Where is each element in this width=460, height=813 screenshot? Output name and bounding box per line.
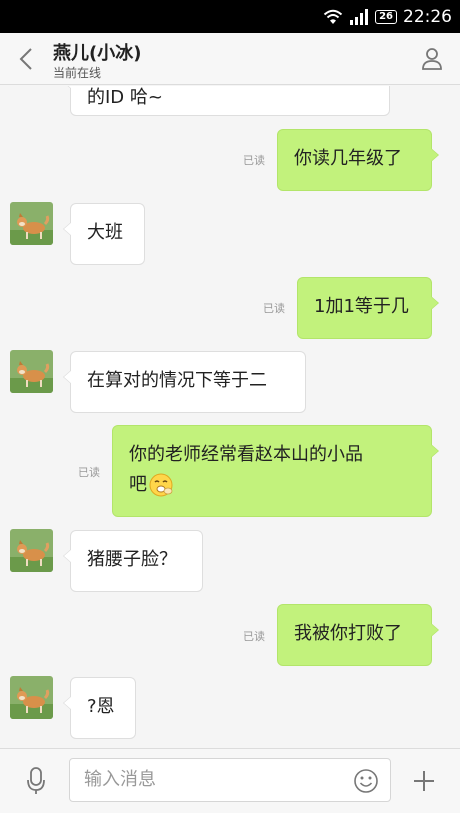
message-text: 你的老师经常看赵本山的小品 [129,444,363,465]
status-icons: 26 22:26 [323,0,452,33]
contact-avatar[interactable] [10,676,53,719]
more-button[interactable] [408,765,440,797]
contact-name: 燕儿(小冰) [53,43,142,64]
back-button[interactable] [10,43,42,75]
message-text: 1加1等于几 [314,296,409,317]
person-icon [422,48,442,70]
message-text: 我被你打败了 [294,623,402,644]
contact-avatar[interactable] [10,529,53,572]
message-text: 在算对的情况下等于二 [87,370,267,391]
plus-icon [414,771,434,791]
chevron-left-icon [19,48,32,70]
message-text: 猪腰子脸？ [87,549,177,570]
message-text-line2: 吧 [129,470,415,500]
message-text: 吧 [129,474,147,495]
message-sent[interactable]: 你的老师经常看赵本山的小品 吧 [112,425,439,517]
microphone-icon [27,767,45,794]
read-receipt: 已读 [78,466,100,479]
message-text: 大班 [87,222,123,243]
wifi-icon [323,9,343,24]
shiba-dog-avatar [10,202,53,245]
smiley-icon [354,769,378,793]
chat-area[interactable]: 的ID 哈~ 已读 你读几年级了 大班 已读 1加1等于几 在算对的情况下等于二… [0,86,460,748]
read-receipt: 已读 [243,154,265,167]
signal-icon [350,8,369,25]
battery-icon: 26 [375,9,397,24]
chat-header: 燕儿(小冰) 当前在线 [0,33,460,85]
message-received[interactable]: ?恩 [63,677,136,739]
status-time: 22:26 [403,6,452,27]
profile-button[interactable] [418,45,446,73]
message-received[interactable]: 在算对的情况下等于二 [63,351,306,413]
input-bar: 输入消息 [0,748,460,813]
emoji-button[interactable] [352,767,380,795]
message-sent[interactable]: 你读几年级了 [277,129,439,191]
message-sent[interactable]: 1加1等于几 [297,277,439,339]
shiba-dog-avatar [10,529,53,572]
message-text: 的ID 哈~ [87,87,163,108]
online-status: 当前在线 [53,66,102,80]
message-sent[interactable]: 我被你打败了 [277,604,439,666]
voice-button[interactable] [22,765,50,797]
read-receipt: 已读 [243,630,265,643]
message-input[interactable]: 输入消息 [69,758,391,802]
shiba-dog-avatar [10,350,53,393]
message-text: 你读几年级了 [294,148,402,169]
message-received[interactable]: 大班 [63,203,145,265]
giggling-face-icon [149,473,173,497]
contact-avatar[interactable] [10,202,53,245]
status-bar: 26 22:26 [0,0,460,33]
contact-avatar[interactable] [10,350,53,393]
shiba-dog-avatar [10,676,53,719]
message-received[interactable]: 猪腰子脸？ [63,530,203,592]
read-receipt: 已读 [263,302,285,315]
message-text: ?恩 [87,696,115,717]
message-received[interactable]: 的ID 哈~ [63,86,390,116]
